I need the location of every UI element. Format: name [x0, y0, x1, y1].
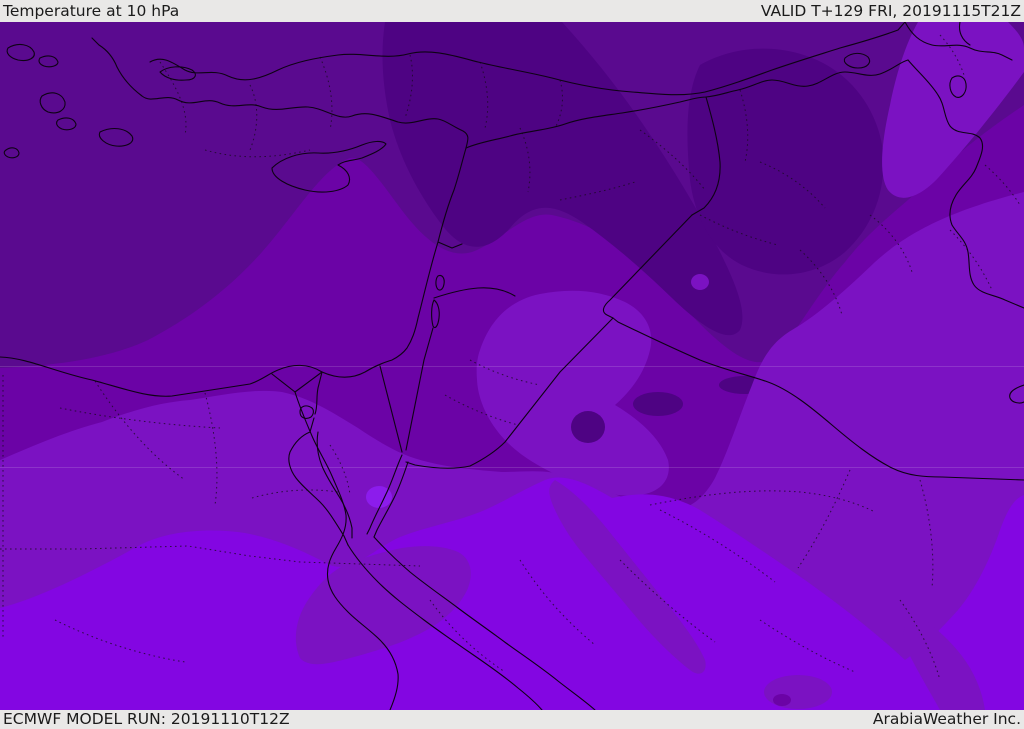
header-bar: Temperature at 10 hPa VALID T+129 FRI, 2… [0, 0, 1024, 22]
shade-mild-dot-iraq [691, 274, 709, 290]
map-layers [0, 22, 1024, 710]
shade-cold-blob-3 [571, 411, 605, 443]
footer-bar: ECMWF MODEL RUN: 20191110T12Z ArabiaWeat… [0, 710, 1024, 729]
shade-base-dot-bottom [773, 694, 791, 706]
shade-cold-blob-2 [633, 392, 683, 416]
temperature-map [0, 22, 1024, 710]
shade-mild-blob-bottom [764, 675, 832, 709]
valid-time-label: VALID T+129 FRI, 20191115T21Z [760, 2, 1021, 20]
model-run-label: ECMWF MODEL RUN: 20191110T12Z [3, 710, 290, 728]
map-title: Temperature at 10 hPa [3, 2, 180, 20]
brand-label: ArabiaWeather Inc. [872, 710, 1021, 728]
